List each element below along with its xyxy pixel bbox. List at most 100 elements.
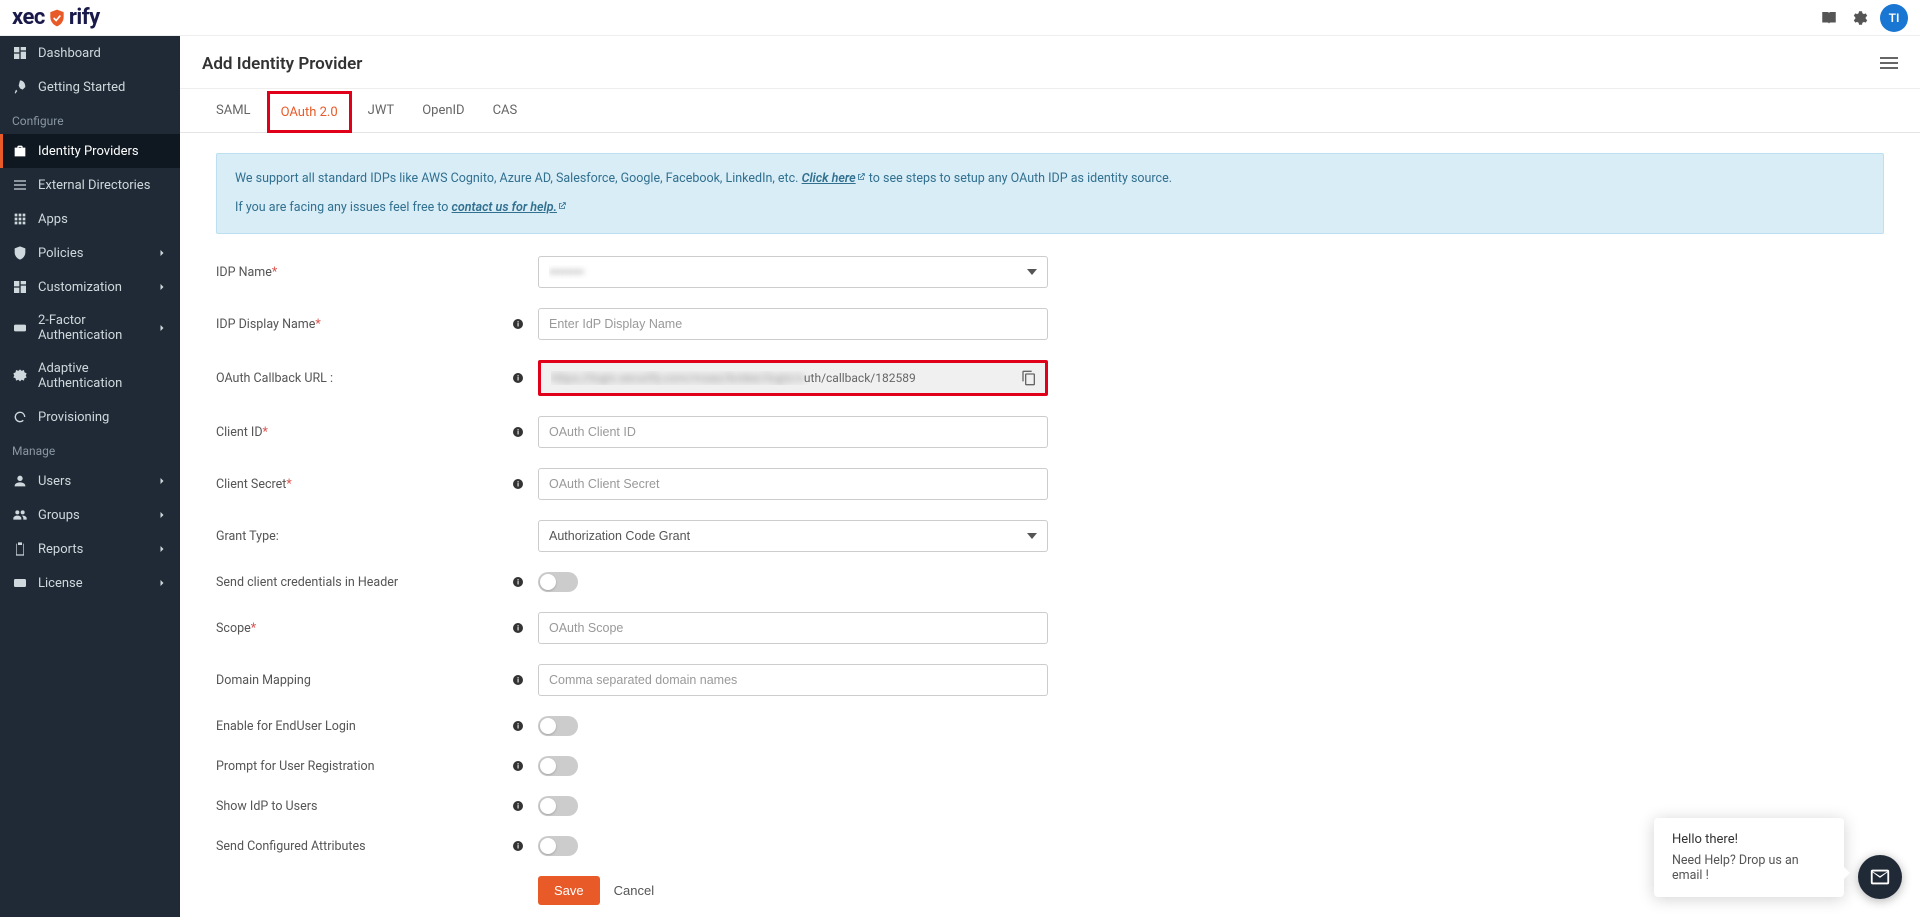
copy-icon[interactable] (1021, 370, 1037, 386)
chevron-right-icon (156, 281, 168, 293)
sidebar-item-2fa[interactable]: 2-Factor Authentication (0, 304, 180, 352)
info-icon[interactable]: i (506, 576, 538, 588)
svg-text:i: i (517, 843, 519, 851)
idp-name-label: IDP Name* (216, 265, 506, 280)
sync-icon (12, 409, 28, 425)
sidebar-item-label: Apps (38, 212, 168, 227)
sidebar-item-identity-providers[interactable]: Identity Providers (0, 134, 180, 168)
info-icon[interactable]: i (506, 318, 538, 330)
sidebar-item-apps[interactable]: Apps (0, 202, 180, 236)
client-id-input[interactable] (538, 416, 1048, 448)
tab-cas[interactable]: CAS (479, 89, 532, 132)
user-icon (12, 473, 28, 489)
info-icon[interactable]: i (506, 478, 538, 490)
sidebar-section-configure: Configure (0, 104, 180, 134)
sidebar-item-label: Adaptive Authentication (38, 361, 168, 391)
info-text: to see steps to setup any OAuth IDP as i… (869, 171, 1172, 186)
sidebar-item-customization[interactable]: Customization (0, 270, 180, 304)
info-icon[interactable]: i (506, 622, 538, 634)
sidebar-item-label: Identity Providers (38, 144, 168, 159)
info-icon[interactable]: i (506, 760, 538, 772)
info-icon[interactable]: i (506, 800, 538, 812)
send-attrs-toggle[interactable] (538, 836, 578, 856)
sidebar-item-license[interactable]: License (0, 566, 180, 600)
sidebar-item-groups[interactable]: Groups (0, 498, 180, 532)
info-banner: We support all standard IDPs like AWS Co… (216, 153, 1884, 234)
save-button[interactable]: Save (538, 876, 600, 905)
sidebar: Dashboard Getting Started Configure Iden… (0, 36, 180, 917)
info-icon[interactable]: i (506, 426, 538, 438)
svg-text:i: i (517, 803, 519, 811)
sidebar-item-adaptive-auth[interactable]: Adaptive Authentication (0, 352, 180, 400)
chevron-right-icon (156, 543, 168, 555)
callback-url-value: https://login.xecurify.com/moas/broker/l… (551, 371, 1021, 385)
info-icon[interactable]: i (506, 840, 538, 852)
send-creds-header-toggle[interactable] (538, 572, 578, 592)
external-link-icon (557, 201, 567, 211)
contact-us-link[interactable]: contact us for help. (452, 200, 567, 215)
sidebar-item-reports[interactable]: Reports (0, 532, 180, 566)
client-id-label: Client ID* (216, 425, 506, 440)
hamburger-icon[interactable] (1880, 57, 1898, 71)
grid-icon (12, 211, 28, 227)
sidebar-item-label: Getting Started (38, 80, 168, 95)
chat-fab[interactable] (1858, 855, 1902, 899)
shield-icon (47, 8, 67, 28)
sidebar-item-label: Reports (38, 542, 156, 557)
info-text: If you are facing any issues feel free t… (235, 200, 452, 215)
sidebar-item-provisioning[interactable]: Provisioning (0, 400, 180, 434)
chat-greeting: Hello there! (1672, 832, 1826, 847)
topbar: xec rify TI (0, 0, 1920, 36)
enable-enduser-label: Enable for EndUser Login (216, 719, 506, 734)
prompt-reg-toggle[interactable] (538, 756, 578, 776)
tab-openid[interactable]: OpenID (408, 89, 478, 132)
svg-text:i: i (517, 429, 519, 437)
client-secret-label: Client Secret* (216, 477, 506, 492)
gear-icon[interactable] (1850, 9, 1868, 27)
idp-display-name-label: IDP Display Name* (216, 317, 506, 332)
domain-mapping-input[interactable] (538, 664, 1048, 696)
tab-jwt[interactable]: JWT (354, 89, 409, 132)
book-icon[interactable] (1820, 9, 1838, 27)
info-icon[interactable]: i (506, 372, 538, 384)
callback-url-label: OAuth Callback URL : (216, 371, 506, 386)
sidebar-item-external-directories[interactable]: External Directories (0, 168, 180, 202)
send-creds-header-label: Send client credentials in Header (216, 575, 506, 590)
show-idp-toggle[interactable] (538, 796, 578, 816)
sidebar-item-label: Dashboard (38, 46, 168, 61)
brand-text-left: xec (12, 5, 45, 30)
scope-input[interactable] (538, 612, 1048, 644)
grant-type-select[interactable]: Authorization Code Grant (538, 520, 1048, 552)
sidebar-item-policies[interactable]: Policies (0, 236, 180, 270)
tab-saml[interactable]: SAML (202, 89, 265, 132)
idp-name-select[interactable]: •••••••• (538, 256, 1048, 288)
info-icon[interactable]: i (506, 720, 538, 732)
sidebar-item-dashboard[interactable]: Dashboard (0, 36, 180, 70)
info-icon[interactable]: i (506, 674, 538, 686)
chevron-right-icon (156, 577, 168, 589)
chat-toast[interactable]: Hello there! Need Help? Drop us an email… (1654, 818, 1844, 897)
tab-oauth[interactable]: OAuth 2.0 (267, 91, 352, 133)
user-avatar[interactable]: TI (1880, 4, 1908, 32)
sidebar-item-label: License (38, 576, 156, 591)
tabs: SAML OAuth 2.0 JWT OpenID CAS (180, 89, 1920, 133)
brand-logo[interactable]: xec rify (12, 5, 100, 30)
enable-enduser-toggle[interactable] (538, 716, 578, 736)
svg-text:i: i (517, 321, 519, 329)
send-attrs-label: Send Configured Attributes (216, 839, 506, 854)
briefcase-icon (12, 143, 28, 159)
chevron-right-icon (156, 322, 168, 334)
sidebar-item-users[interactable]: Users (0, 464, 180, 498)
idp-display-name-input[interactable] (538, 308, 1048, 340)
palette-icon (12, 279, 28, 295)
callback-url-box: https://login.xecurify.com/moas/broker/l… (538, 360, 1048, 396)
click-here-link[interactable]: Click here (802, 171, 866, 186)
cancel-button[interactable]: Cancel (614, 883, 654, 898)
chevron-right-icon (156, 475, 168, 487)
client-secret-input[interactable] (538, 468, 1048, 500)
sidebar-item-label: Groups (38, 508, 156, 523)
grant-type-label: Grant Type: (216, 529, 506, 544)
sidebar-item-label: Provisioning (38, 410, 168, 425)
svg-text:i: i (517, 579, 519, 587)
sidebar-item-getting-started[interactable]: Getting Started (0, 70, 180, 104)
